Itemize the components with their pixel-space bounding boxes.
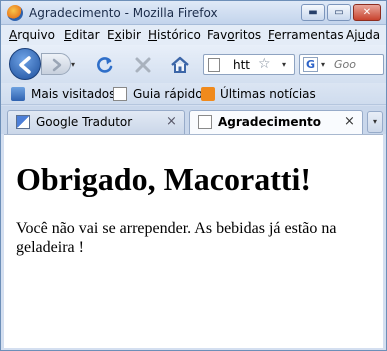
menu-ferramentas[interactable]: Ferramentas [268,28,344,42]
history-dropdown-icon[interactable]: ▾ [71,60,75,69]
reload-icon[interactable] [95,55,115,75]
address-bar[interactable]: htt ☆ ▾ [203,54,295,75]
search-engine-dropdown-icon[interactable]: ▾ [321,60,325,69]
list-all-tabs-button[interactable]: ▾ [367,111,383,133]
search-bar[interactable]: G ▾ [299,54,384,75]
menu-exibir[interactable]: Exibir [107,28,141,42]
google-search-engine-icon[interactable]: G [303,57,318,72]
star-icon[interactable]: ☆ [258,56,271,72]
maximize-button[interactable]: ▭ [327,4,351,21]
menu-accel: u [357,28,366,42]
menu-label-rest: erramentas [274,28,344,42]
menu-accel: H [148,28,158,42]
bookmark-ultimas-noticias[interactable]: Últimas notícias [220,87,316,101]
menu-editar[interactable]: Editar [64,28,100,42]
menu-accel: x [114,28,122,42]
tab-strip: Google Tradutor × Agradecimento × ▾ [1,106,386,135]
menu-arquivo[interactable]: Arquivo [9,28,55,42]
close-button[interactable]: ✕ [353,4,381,21]
close-tab-icon[interactable]: × [344,114,355,129]
menu-label-rest: rquivo [17,28,55,42]
menu-favoritos[interactable]: Favoritos [207,28,261,42]
arrow-left-icon [19,56,31,74]
menu-label-pre: E [107,28,115,42]
menu-label-rest: ritos [234,28,262,42]
translate-icon [16,115,30,129]
rss-icon [201,87,215,101]
menu-label-pre: Fav [207,28,228,42]
page-heading: Obrigado, Macoratti! [16,161,312,197]
arrow-right-icon [52,58,62,72]
menu-accel: A [9,28,18,42]
search-input[interactable] [334,58,382,71]
firefox-logo-icon [7,5,23,21]
bookmarks-toolbar: Mais visitados Guia rápido Últimas notíc… [1,83,386,105]
minimize-button[interactable]: ▬ [301,4,325,21]
menu-label-rest: ibir [121,28,141,42]
close-tab-icon[interactable]: × [166,114,177,129]
tab-google-tradutor[interactable]: Google Tradutor × [7,110,185,134]
document-icon [198,115,212,129]
forward-button[interactable] [41,53,71,75]
tab-label: Agradecimento [218,115,322,129]
menu-accel: o [227,28,235,42]
page-icon [208,58,220,72]
menu-historico[interactable]: Histórico [148,28,201,42]
page-icon [113,87,127,101]
bookmark-guia-rapido[interactable]: Guia rápido [133,87,203,101]
menu-label-rest: istórico [157,28,201,42]
menu-accel: E [64,28,72,42]
page-paragraph: Você não vai se arrepender. As bebidas j… [16,220,337,256]
menu-label-pre: Aj [346,28,358,42]
back-button[interactable] [9,48,41,80]
browser-window: Agradecimento - Mozilla Firefox ▬ ▭ ✕ Ar… [0,0,387,351]
url-dropdown-icon[interactable]: ▾ [282,60,286,69]
window-title: Agradecimento - Mozilla Firefox [29,6,218,20]
tab-label: Google Tradutor [36,115,133,129]
smart-bookmark-icon [11,87,25,101]
page-content: Obrigado, Macoratti! Você não vai se arr… [4,134,383,348]
navigation-toolbar: ▾ htt ☆ ▾ G ▾ [1,45,386,83]
bookmark-mais-visitados[interactable]: Mais visitados [31,87,115,101]
title-bar: Agradecimento - Mozilla Firefox ▬ ▭ ✕ [1,1,386,25]
menu-label-rest: ditar [71,28,100,42]
tab-agradecimento[interactable]: Agradecimento × [189,110,363,135]
menu-label-rest: da [365,28,381,42]
menu-ajuda[interactable]: Ajuda [346,28,380,42]
url-text[interactable]: htt [233,58,250,72]
menu-bar: Arquivo Editar Exibir Histórico Favorito… [1,25,386,45]
home-icon[interactable] [169,54,191,76]
stop-icon[interactable] [133,55,153,75]
